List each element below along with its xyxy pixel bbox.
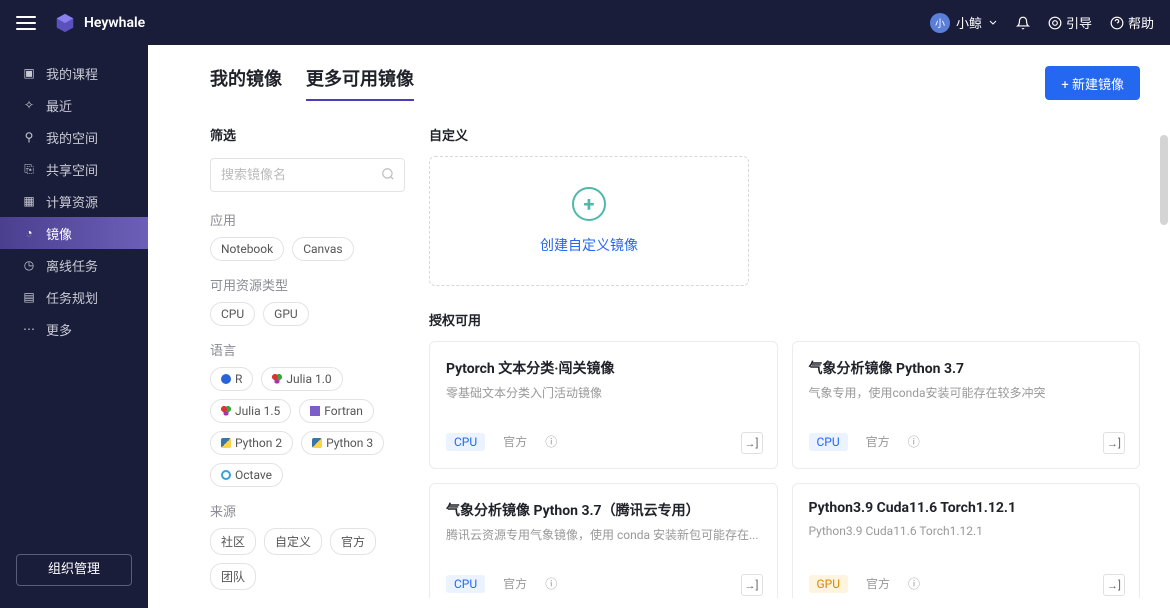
offline-icon: ◷ (22, 258, 36, 272)
python-icon (312, 438, 322, 448)
org-manage-button[interactable]: 组织管理 (16, 554, 132, 586)
chip-official: 官方 (495, 573, 535, 594)
chip-resource: CPU (446, 575, 485, 593)
image-card[interactable]: Pytorch 文本分类·闯关镜像 零基础文本分类入门活动镜像 CPU 官方 ⓘ… (429, 341, 778, 469)
filter-tag[interactable]: 社区 (210, 528, 256, 555)
python-icon (221, 438, 231, 448)
card-desc: 气象专用，使用conda安装可能存在较多冲突 (809, 384, 1124, 431)
card-title: 气象分析镜像 Python 3.7 (809, 358, 1124, 378)
search-input[interactable] (210, 158, 405, 192)
section-custom: 自定义 (429, 125, 1140, 144)
filter-tag[interactable]: Julia 1.0 (261, 367, 342, 391)
filter-group-language: 语言 (210, 340, 405, 359)
chevron-down-icon (988, 18, 998, 28)
sidebar-item-recent[interactable]: ✧最近 (0, 89, 148, 121)
image-card[interactable]: 气象分析镜像 Python 3.7 气象专用，使用conda安装可能存在较多冲突… (792, 341, 1141, 469)
sidebar-item-images[interactable]: ◔镜像 (0, 217, 148, 249)
sidebar-item-compute[interactable]: ▦计算资源 (0, 185, 148, 217)
sidebar-item-myspace[interactable]: ⚲我的空间 (0, 121, 148, 153)
filter-tag[interactable]: 自定义 (264, 528, 322, 555)
filter-tag[interactable]: Octave (210, 463, 283, 487)
filter-group-source: 来源 (210, 501, 405, 520)
tab-my-images[interactable]: 我的镜像 (210, 65, 282, 101)
brand-name: Heywhale (84, 15, 145, 31)
compute-icon: ▦ (22, 194, 36, 208)
chip-resource: GPU (809, 575, 849, 593)
scrollbar[interactable] (1160, 135, 1168, 608)
image-icon: ◔ (22, 226, 36, 240)
filter-heading: 筛选 (210, 125, 405, 144)
filter-tag[interactable]: Python 2 (210, 431, 293, 455)
julia-icon (272, 374, 282, 384)
brand-logo[interactable]: Heywhale (54, 12, 145, 34)
filter-group-resource: 可用资源类型 (210, 275, 405, 294)
share-icon: ⎘ (22, 162, 36, 176)
menu-toggle[interactable] (16, 16, 36, 30)
sidebar-item-planning[interactable]: ▤任务规划 (0, 281, 148, 313)
image-card[interactable]: Python3.9 Cuda11.6 Torch1.12.1 Python3.9… (792, 483, 1141, 598)
chip-resource: CPU (809, 433, 848, 451)
card-desc: Python3.9 Cuda11.6 Torch1.12.1 (809, 522, 1124, 573)
chip-official: 官方 (858, 573, 898, 594)
guide-link[interactable]: 引导 (1048, 13, 1092, 32)
octave-icon (221, 470, 231, 480)
filter-group-framework: 框架 (210, 604, 405, 608)
filter-tag[interactable]: R (210, 367, 253, 391)
new-image-button[interactable]: + 新建镜像 (1045, 66, 1140, 100)
info-icon[interactable]: ⓘ (545, 433, 557, 450)
card-desc: 腾讯云资源专用气象镜像，使用 conda 安装新包可能存在... (446, 526, 761, 573)
filter-tag[interactable]: Notebook (210, 237, 284, 261)
section-authorized: 授权可用 (429, 310, 1140, 329)
heywhale-icon (54, 12, 76, 34)
card-desc: 零基础文本分类入门活动镜像 (446, 384, 761, 431)
calendar-icon: ▤ (22, 290, 36, 304)
card-title: Pytorch 文本分类·闯关镜像 (446, 358, 761, 378)
info-icon[interactable]: ⓘ (545, 575, 557, 592)
avatar: 小 (930, 13, 950, 33)
card-title: 气象分析镜像 Python 3.7（腾讯云专用） (446, 500, 761, 520)
more-icon: ⋯ (22, 322, 36, 336)
username: 小鲸 (956, 13, 982, 32)
info-icon[interactable]: ⓘ (908, 433, 920, 450)
filter-tag[interactable]: Fortran (299, 399, 374, 423)
sidebar-item-offline[interactable]: ◷离线任务 (0, 249, 148, 281)
filter-tag[interactable]: Canvas (292, 237, 353, 261)
chip-official: 官方 (858, 431, 898, 452)
sidebar-item-courses[interactable]: ▣我的课程 (0, 57, 148, 89)
sidebar-item-shared[interactable]: ⎘共享空间 (0, 153, 148, 185)
filter-tag[interactable]: 官方 (330, 528, 376, 555)
import-button[interactable]: →] (1103, 574, 1125, 596)
filter-tag[interactable]: Julia 1.5 (210, 399, 291, 423)
create-custom-image[interactable]: + 创建自定义镜像 (429, 156, 749, 286)
card-title: Python3.9 Cuda11.6 Torch1.12.1 (809, 500, 1124, 516)
chip-resource: CPU (446, 433, 485, 451)
import-button[interactable]: →] (741, 574, 763, 596)
filter-tag[interactable]: CPU (210, 302, 255, 326)
julia-icon (221, 406, 231, 416)
info-icon[interactable]: ⓘ (908, 575, 920, 592)
star-icon: ✧ (22, 98, 36, 112)
chip-official: 官方 (495, 431, 535, 452)
import-button[interactable]: →] (741, 432, 763, 454)
filter-group-app: 应用 (210, 210, 405, 229)
search-icon (381, 167, 395, 181)
r-icon (221, 374, 231, 384)
filter-tag[interactable]: Python 3 (301, 431, 384, 455)
notifications-icon[interactable] (1016, 16, 1030, 30)
image-card[interactable]: 气象分析镜像 Python 3.7（腾讯云专用） 腾讯云资源专用气象镜像，使用 … (429, 483, 778, 598)
filter-tag[interactable]: 团队 (210, 563, 256, 590)
tab-more-images[interactable]: 更多可用镜像 (306, 65, 414, 101)
import-button[interactable]: →] (1103, 432, 1125, 454)
play-icon: ▣ (22, 66, 36, 80)
fortran-icon (310, 406, 320, 416)
sidebar-item-more[interactable]: ⋯更多 (0, 313, 148, 345)
filter-tag[interactable]: GPU (263, 302, 309, 326)
help-link[interactable]: 帮助 (1110, 13, 1154, 32)
plus-icon: + (572, 187, 606, 221)
user-icon: ⚲ (22, 130, 36, 144)
user-menu[interactable]: 小 小鲸 (930, 13, 998, 33)
